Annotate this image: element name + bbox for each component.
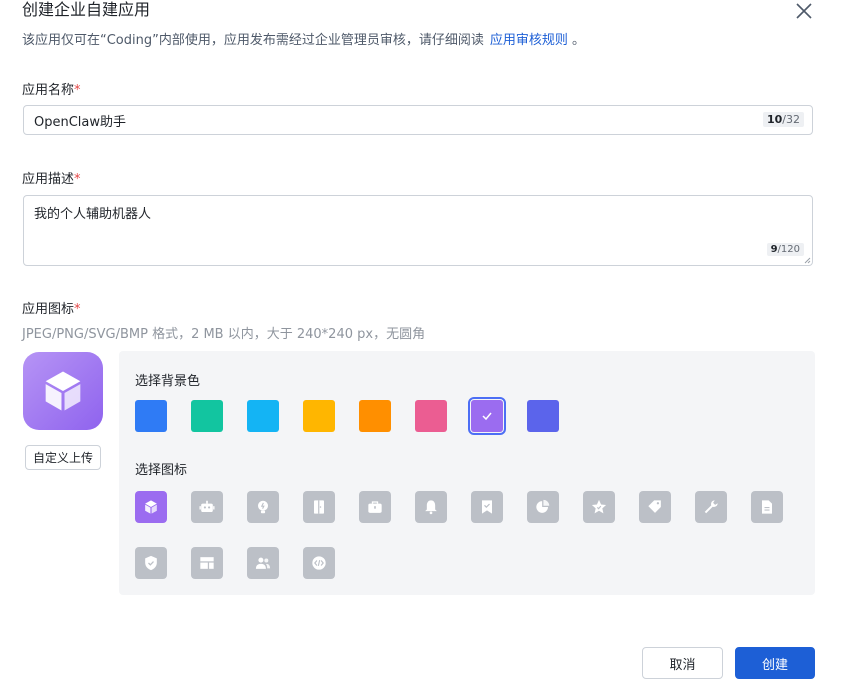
code-icon <box>312 556 326 570</box>
document-icon <box>762 500 772 514</box>
star-icon <box>591 499 607 514</box>
custom-upload-button[interactable]: 自定义上传 <box>25 445 101 470</box>
icon-option-document[interactable] <box>751 491 783 523</box>
icon-option-layout[interactable] <box>191 547 223 579</box>
bookmark-check-icon <box>482 500 492 514</box>
desc-count: 9 <box>770 244 778 255</box>
bg-color-swatch[interactable] <box>303 400 335 432</box>
required-mark: * <box>74 172 81 187</box>
subtitle-text: 该应用仅可在“Coding”内部使用，应用发布需经过企业管理员审核，请仔细阅读 <box>22 33 484 48</box>
name-count: 10 <box>766 113 783 126</box>
dialog-subtitle: 该应用仅可在“Coding”内部使用，应用发布需经过企业管理员审核，请仔细阅读应… <box>22 29 585 48</box>
bg-color-swatch[interactable] <box>468 397 506 435</box>
bell-icon <box>425 500 437 515</box>
icon-hint: JPEG/PNG/SVG/BMP 格式，2 MB 以内，大于 240*240 p… <box>22 327 426 342</box>
cube-icon <box>45 371 81 411</box>
icon-option-briefcase[interactable] <box>359 491 391 523</box>
shield-check-icon <box>145 555 157 571</box>
desc-label-text: 应用描述 <box>22 172 75 187</box>
desc-char-counter: 9/120 <box>766 243 804 256</box>
icon-label: 应用图标* <box>22 298 81 317</box>
icon-option-door[interactable] <box>303 491 335 523</box>
icon-option-pie-chart[interactable] <box>527 491 559 523</box>
app-desc-textarea[interactable]: 我的个人辅助机器人 <box>24 196 764 260</box>
wrench-icon <box>704 500 718 514</box>
required-mark: * <box>74 83 81 98</box>
icon-option-code[interactable] <box>303 547 335 579</box>
name-max: /32 <box>782 113 800 126</box>
name-label: 应用名称* <box>22 79 81 98</box>
icon-option-bell[interactable] <box>415 491 447 523</box>
icon-choice-label: 选择图标 <box>135 463 188 478</box>
cube-icon <box>145 500 157 514</box>
icon-option-bookmark-check[interactable] <box>471 491 503 523</box>
icon-option-star[interactable] <box>583 491 615 523</box>
icon-option-wrench[interactable] <box>695 491 727 523</box>
name-char-counter: 10/32 <box>762 112 804 127</box>
robot-icon <box>199 500 215 512</box>
required-mark: * <box>74 302 81 317</box>
bg-color-swatch[interactable] <box>415 400 447 432</box>
bg-color-swatch[interactable] <box>247 400 279 432</box>
icon-preview <box>23 352 103 430</box>
name-input-box: 10/32 <box>23 105 813 135</box>
bg-color-swatch[interactable] <box>527 400 559 432</box>
review-rules-link[interactable]: 应用审核规则 <box>490 33 568 48</box>
icon-option-robot[interactable] <box>191 491 223 523</box>
bg-color-swatch[interactable] <box>135 400 167 432</box>
layout-icon <box>200 557 214 569</box>
icon-option-users[interactable] <box>247 547 279 579</box>
subtitle-end: 。 <box>572 33 586 48</box>
bg-color-label: 选择背景色 <box>135 374 201 389</box>
tag-icon <box>648 500 661 513</box>
close-icon[interactable] <box>793 0 815 22</box>
icon-option-tag[interactable] <box>639 491 671 523</box>
icon-picker-panel: 选择背景色 选择图标 <box>119 351 815 595</box>
bulb-icon <box>258 500 268 514</box>
briefcase-icon <box>368 501 382 513</box>
bg-color-swatch[interactable] <box>191 400 223 432</box>
create-button[interactable]: 创建 <box>735 647 815 679</box>
icon-option-shield-check[interactable] <box>135 547 167 579</box>
desc-textarea-box: 我的个人辅助机器人 9/120 <box>23 195 813 266</box>
users-icon <box>255 557 271 569</box>
cancel-button[interactable]: 取消 <box>642 647 723 679</box>
icon-option-cube[interactable] <box>135 491 167 523</box>
icon-label-text: 应用图标 <box>22 302 75 317</box>
icon-option-bulb[interactable] <box>247 491 279 523</box>
app-name-input[interactable] <box>24 106 744 134</box>
check-icon <box>482 412 492 421</box>
bg-color-swatch[interactable] <box>359 400 391 432</box>
door-icon <box>314 500 324 514</box>
desc-max: /120 <box>777 244 800 255</box>
dialog-title: 创建企业自建应用 <box>22 0 151 19</box>
desc-label: 应用描述* <box>22 168 81 187</box>
pie-chart-icon <box>536 499 550 513</box>
resize-grip-icon[interactable] <box>804 257 811 264</box>
name-label-text: 应用名称 <box>22 83 75 98</box>
